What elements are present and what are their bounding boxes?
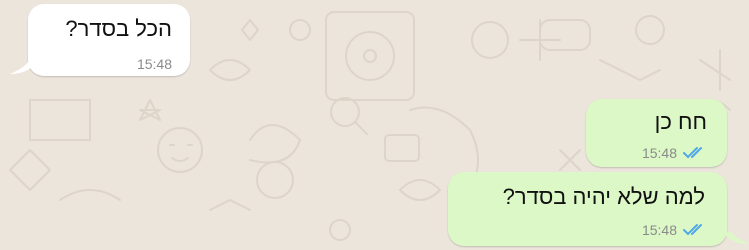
message-meta: 15:48: [137, 56, 172, 72]
message-text: חח כן: [654, 109, 707, 134]
message-meta: 15:48: [642, 145, 707, 161]
double-check-icon: [683, 223, 707, 237]
message-meta: 15:48: [642, 222, 707, 238]
message-bubble-outgoing[interactable]: למה שלא יהיה בסדר? 15:48: [448, 172, 727, 246]
incoming-bubble-tail: [10, 62, 36, 74]
message-text: למה שלא יהיה בסדר?: [502, 184, 705, 209]
double-check-icon: [683, 146, 707, 160]
outgoing-bubble-tail: [723, 232, 749, 244]
message-bubble-incoming[interactable]: הכל בסדר? 15:48: [28, 4, 190, 76]
message-text: הכל בסדר?: [65, 16, 172, 41]
message-time: 15:48: [641, 145, 677, 161]
message-time: 15:48: [136, 56, 172, 72]
message-time: 15:48: [641, 222, 677, 238]
message-bubble-outgoing[interactable]: חח כן 15:48: [586, 99, 727, 167]
